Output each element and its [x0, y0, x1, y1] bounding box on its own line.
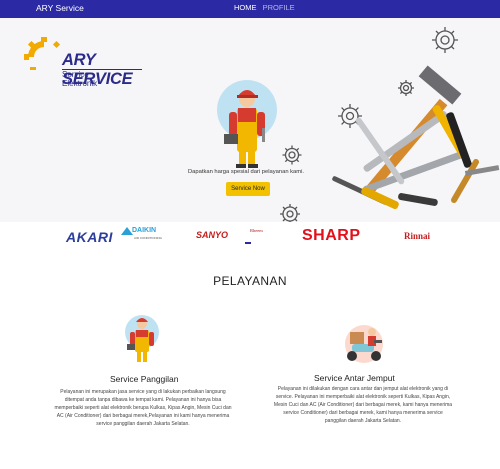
- service-now-button[interactable]: Service Now: [226, 182, 270, 196]
- logo-subtitle: Service Elektronik: [62, 70, 98, 88]
- technician-illustration: [217, 80, 277, 168]
- service-panggilan-title: Service Panggilan: [110, 374, 179, 384]
- hero-banner: ARY SERVICE Service Elektronik Dapatkan …: [0, 18, 500, 224]
- delivery-scooter-icon: [345, 325, 383, 363]
- brand-logo-strip: AKARI DAIKIN AIR CONDITIONING SANYO Rhee…: [0, 222, 500, 254]
- page: ARY Service HOME PROFILE ARY SERVICE Ser…: [0, 0, 500, 469]
- technician-icon: [125, 315, 159, 362]
- ary-service-logo[interactable]: ARY SERVICE Service Elektronik: [22, 35, 142, 88]
- gear-icon: [398, 80, 414, 96]
- section-title: PELAYANAN: [213, 274, 287, 288]
- nav-link-profile[interactable]: PROFILE: [263, 3, 295, 12]
- brand-akari-logo: AKARI: [66, 229, 113, 245]
- nav-link-home[interactable]: HOME: [234, 3, 257, 12]
- gear-icon: [280, 204, 300, 224]
- brand-daikin-logo: DAIKIN: [132, 227, 157, 234]
- gear-icon: [432, 27, 458, 53]
- tools-illustration: [332, 65, 500, 210]
- brand-sanyo-logo: SANYO: [196, 230, 229, 240]
- navbar: ARY Service HOME PROFILE: [0, 0, 500, 18]
- nav-links: HOME PROFILE: [234, 3, 299, 12]
- carousel-indicator[interactable]: [245, 242, 251, 244]
- service-antar-jemput-description: Pelayanan ini dilakukan dengan cara anta…: [273, 386, 453, 424]
- gear-icon: [282, 145, 302, 165]
- brand-rheem-logo: Rheem: [250, 228, 263, 233]
- brand-sharp-logo: SHARP: [302, 227, 361, 244]
- logo-gear-icon: [24, 37, 61, 70]
- service-antar-jemput-title: Service Antar Jemput: [314, 373, 395, 383]
- brand-daikin-sub: AIR CONDITIONING: [134, 236, 163, 240]
- brand-rinnai-logo: Rinnai: [404, 231, 431, 241]
- hero-caption: Dapatkan harga spesial dari pelayanan ka…: [188, 169, 305, 175]
- service-panggilan-description: Pelayanan ini merupakan jasa service yan…: [54, 389, 232, 427]
- navbar-brand[interactable]: ARY Service: [36, 3, 84, 13]
